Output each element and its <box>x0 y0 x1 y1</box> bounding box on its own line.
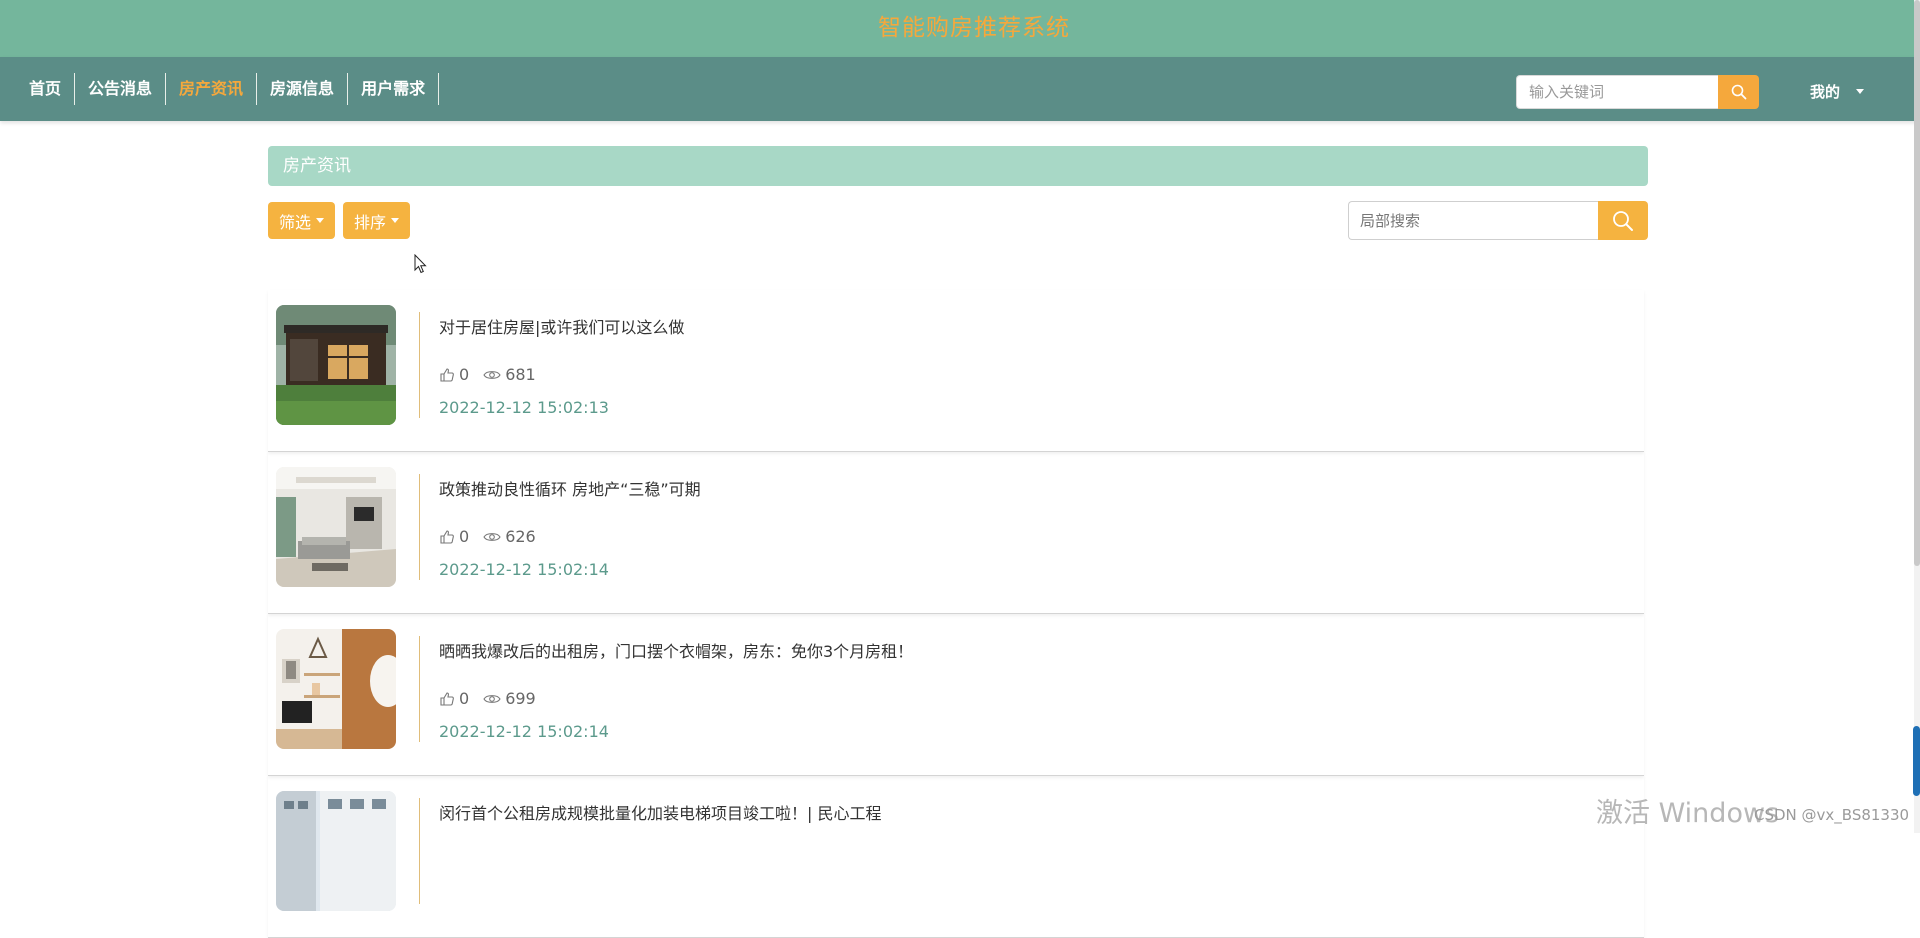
section-header: 房产资讯 <box>268 146 1648 186</box>
news-item[interactable]: 对于居住房屋|或许我们可以这么做 0 681 2022-12-12 15:02:… <box>268 290 1644 452</box>
thumbs-up-icon <box>440 529 454 544</box>
like-count: 0 <box>459 689 470 708</box>
divider <box>419 798 420 904</box>
local-search-input[interactable] <box>1348 201 1598 240</box>
nav-item-news[interactable]: 房产资讯 <box>166 73 258 105</box>
local-search <box>1348 201 1648 240</box>
news-item[interactable]: 政策推动良性循环 房地产“三稳”可期 0 626 2022-12-12 15:0… <box>268 452 1644 614</box>
news-stats: 0 681 <box>439 365 550 384</box>
chevron-down-icon <box>1856 89 1865 94</box>
news-stats: 0 626 <box>439 527 550 546</box>
news-title[interactable]: 晒晒我爆改后的出租房，门口摆个衣帽架，房东：免你3个月房租！ <box>439 638 913 662</box>
chevron-down-icon <box>316 218 325 223</box>
divider <box>419 636 420 742</box>
filter-button[interactable]: 筛选 <box>268 202 336 239</box>
divider <box>419 474 420 580</box>
top-search <box>1516 75 1759 109</box>
eye-icon <box>483 694 501 703</box>
nav-item-home[interactable]: 首页 <box>16 73 76 105</box>
news-thumbnail <box>276 305 396 425</box>
nav-items: 首页 公告消息 房产资讯 房源信息 用户需求 <box>16 71 440 107</box>
sort-button[interactable]: 排序 <box>343 202 411 239</box>
news-list: 对于居住房屋|或许我们可以这么做 0 681 2022-12-12 15:02:… <box>268 290 1644 938</box>
news-stats: 0 699 <box>439 689 550 708</box>
nav-item-announcements[interactable]: 公告消息 <box>75 73 167 105</box>
news-title[interactable]: 闵行首个公租房成规模批量化加装电梯项目竣工啦！| 民心工程 <box>439 800 881 824</box>
title-bar: 智能购房推荐系统 <box>0 0 1920 57</box>
search-icon <box>1731 84 1746 100</box>
like-count: 0 <box>459 365 470 384</box>
keyword-search-input[interactable] <box>1516 75 1718 109</box>
sort-button-label: 排序 <box>354 212 387 232</box>
news-thumbnail <box>276 629 396 749</box>
mouse-cursor-icon <box>414 254 427 274</box>
thumbs-up-icon <box>440 691 454 706</box>
local-search-button[interactable] <box>1598 201 1648 240</box>
keyword-search-button[interactable] <box>1718 75 1759 109</box>
search-icon <box>1613 210 1633 231</box>
news-date: 2022-12-12 15:02:13 <box>439 398 609 417</box>
nav-item-user-needs[interactable]: 用户需求 <box>348 73 440 105</box>
news-date: 2022-12-12 15:02:14 <box>439 560 609 579</box>
news-item[interactable]: 晒晒我爆改后的出租房，门口摆个衣帽架，房东：免你3个月房租！ 0 699 202… <box>268 614 1644 776</box>
scroll-indicator <box>1913 726 1920 796</box>
user-menu[interactable]: 我的 <box>1810 81 1865 102</box>
news-item[interactable]: 闵行首个公租房成规模批量化加装电梯项目竣工啦！| 民心工程 <box>268 776 1644 938</box>
windows-activation-watermark: 激活 Windows <box>1596 798 1780 829</box>
news-title[interactable]: 政策推动良性循环 房地产“三稳”可期 <box>439 476 701 500</box>
nav-item-listings[interactable]: 房源信息 <box>257 73 349 105</box>
news-thumbnail <box>276 467 396 587</box>
like-count: 0 <box>459 527 470 546</box>
eye-icon <box>483 370 501 379</box>
user-menu-label: 我的 <box>1810 83 1841 101</box>
news-date: 2022-12-12 15:02:14 <box>439 722 609 741</box>
main-nav: 首页 公告消息 房产资讯 房源信息 用户需求 我的 <box>0 57 1920 121</box>
csdn-watermark: CSDN @vx_BS81330 <box>1754 806 1910 824</box>
site-title: 智能购房推荐系统 <box>878 14 1070 41</box>
news-title[interactable]: 对于居住房屋|或许我们可以这么做 <box>439 314 684 338</box>
view-count: 681 <box>505 365 536 384</box>
chevron-down-icon <box>391 218 400 223</box>
news-thumbnail <box>276 791 396 911</box>
filter-button-label: 筛选 <box>279 212 312 232</box>
eye-icon <box>483 532 501 541</box>
view-count: 626 <box>505 527 536 546</box>
view-count: 699 <box>505 689 536 708</box>
scrollbar-thumb[interactable] <box>1914 0 1920 566</box>
thumbs-up-icon <box>440 367 454 382</box>
divider <box>419 312 420 418</box>
